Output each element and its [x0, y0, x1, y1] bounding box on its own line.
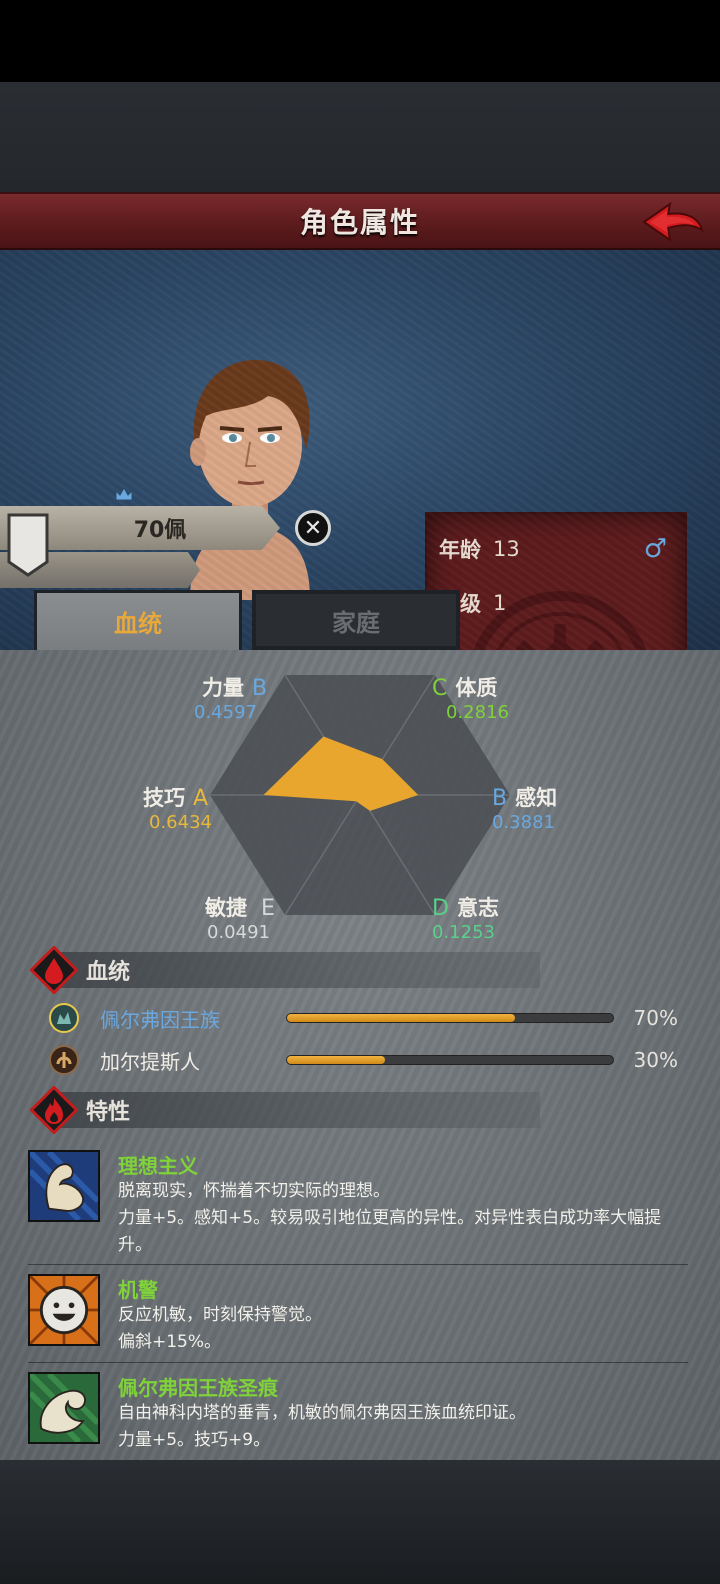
attr-will-name: 意志 — [456, 896, 499, 920]
age-value: 13 — [493, 537, 520, 561]
trait-name: 理想主义 — [118, 1154, 198, 1178]
attr-skill-grade: A — [193, 786, 209, 811]
lineage-section-header: 血统 — [30, 946, 540, 994]
title-bar: 角色属性 — [0, 192, 720, 250]
trait-effect-text: 偏斜+15%。 — [118, 1332, 222, 1352]
trait-effect-text: 力量+5。感知+5。较易吸引地位更高的异性。对异性表白成功率大幅提升。 — [118, 1208, 662, 1255]
attr-perception-value: 0.3881 — [492, 812, 555, 833]
lineage-progress-bar — [286, 1013, 614, 1023]
shield-icon — [7, 513, 49, 577]
lineage-item: 加尔提斯人 30% — [48, 1042, 688, 1078]
trait-name: 机警 — [118, 1278, 158, 1302]
header-spacer — [0, 82, 720, 192]
back-arrow-icon[interactable] — [640, 200, 706, 246]
attr-will-value: 0.1253 — [432, 922, 495, 943]
attr-constitution-value: 0.2816 — [446, 702, 509, 723]
lineage-percent: 30% — [633, 1048, 678, 1072]
character-info-banner: 年龄 13 ♂ 等级 1 经验 0% — [425, 512, 687, 650]
trait-effect-text: 力量+5。技巧+9。 — [118, 1430, 271, 1450]
trait-name: 佩尔弗因王族圣痕 — [118, 1376, 278, 1400]
smiley-face-icon — [28, 1274, 100, 1346]
lineage-section-title: 血统 — [86, 960, 131, 985]
traits-section-title: 特性 — [86, 1100, 131, 1125]
trait-item: 佩尔弗因王族圣痕 自由神科内塔的垂青，机敏的佩尔弗因王族血统印证。 力量+5。技… — [28, 1372, 692, 1454]
attr-perception-name: 感知 — [515, 786, 558, 810]
trait-flavor-text: 自由神科内塔的垂青，机敏的佩尔弗因王族血统印证。 — [118, 1403, 526, 1423]
lineage-name: 加尔提斯人 — [100, 1049, 200, 1074]
lineage-percent: 70% — [633, 1006, 678, 1030]
trait-item: 机警 反应机敏，时刻保持警觉。 偏斜+15%。 — [28, 1274, 692, 1356]
attr-strength-name: 力量 — [202, 676, 244, 700]
attr-strength-value: 0.4597 — [194, 702, 257, 723]
lineage-progress-bar — [286, 1055, 614, 1065]
attr-constitution-name: 体质 — [455, 676, 498, 700]
attr-strength-grade: B — [252, 676, 268, 701]
attr-will-grade: D — [432, 896, 449, 921]
tab-lineage[interactable]: 血统 — [34, 590, 242, 650]
tribal-crest-icon — [49, 1045, 79, 1075]
close-icon[interactable]: ✕ — [295, 510, 331, 546]
trait-flavor-text: 脱离现实，怀揣着不切实际的理想。 — [118, 1181, 390, 1201]
age-label: 年龄 — [439, 538, 481, 562]
traits-section-header: 特性 — [30, 1086, 540, 1134]
attr-skill-value: 0.6434 — [149, 812, 212, 833]
attr-will: D 意志 0.1253 — [432, 892, 499, 943]
attr-constitution-grade: C — [432, 676, 448, 701]
trait-divider — [28, 1362, 688, 1363]
trait-item: 理想主义 脱离现实，怀揣着不切实际的理想。 力量+5。感知+5。较易吸引地位更高… — [28, 1150, 692, 1260]
attr-skill: 技巧 A 0.6434 — [143, 782, 212, 833]
attr-agility: 敏捷 E 0.0491 — [205, 892, 275, 943]
tab-family[interactable]: 家庭 — [252, 590, 460, 650]
celtic-knot-emblem — [473, 591, 647, 650]
footer-area — [0, 1460, 720, 1584]
trait-description: 反应机敏，时刻保持警觉。 偏斜+15%。 — [118, 1302, 688, 1356]
character-name: 70佩 — [133, 518, 187, 543]
feather-swirl-icon — [28, 1372, 100, 1444]
trait-description: 自由神科内塔的垂青，机敏的佩尔弗因王族血统印证。 力量+5。技巧+9。 — [118, 1400, 688, 1454]
lineage-name: 佩尔弗因王族 — [100, 1007, 220, 1032]
attr-constitution: C 体质 0.2816 — [432, 672, 509, 723]
lineage-progress-fill — [287, 1056, 385, 1064]
lineage-progress-fill — [287, 1014, 516, 1022]
attr-skill-name: 技巧 — [143, 786, 185, 810]
attr-perception-grade: B — [492, 786, 508, 811]
crown-icon — [115, 486, 133, 501]
trait-flavor-text: 反应机敏，时刻保持警觉。 — [118, 1305, 322, 1325]
page-title: 角色属性 — [299, 206, 420, 239]
lineage-item: 佩尔弗因王族 70% — [48, 1000, 688, 1036]
attr-agility-name: 敏捷 — [205, 896, 247, 920]
male-symbol-icon: ♂ — [643, 534, 667, 564]
attr-agility-grade: E — [261, 896, 275, 921]
attr-strength: 力量 B 0.4597 — [194, 672, 268, 723]
trait-divider — [28, 1264, 688, 1265]
trait-description: 脱离现实，怀揣着不切实际的理想。 力量+5。感知+5。较易吸引地位更高的异性。对… — [118, 1178, 688, 1259]
attr-agility-value: 0.0491 — [207, 922, 270, 943]
flame-icon — [30, 1086, 78, 1134]
status-bar-area — [0, 0, 720, 82]
royal-crest-icon — [49, 1003, 79, 1033]
blood-drop-icon — [30, 946, 78, 994]
level-value: 1 — [493, 591, 507, 615]
flexed-arm-icon — [28, 1150, 100, 1222]
attr-perception: B 感知 0.3881 — [492, 782, 557, 833]
